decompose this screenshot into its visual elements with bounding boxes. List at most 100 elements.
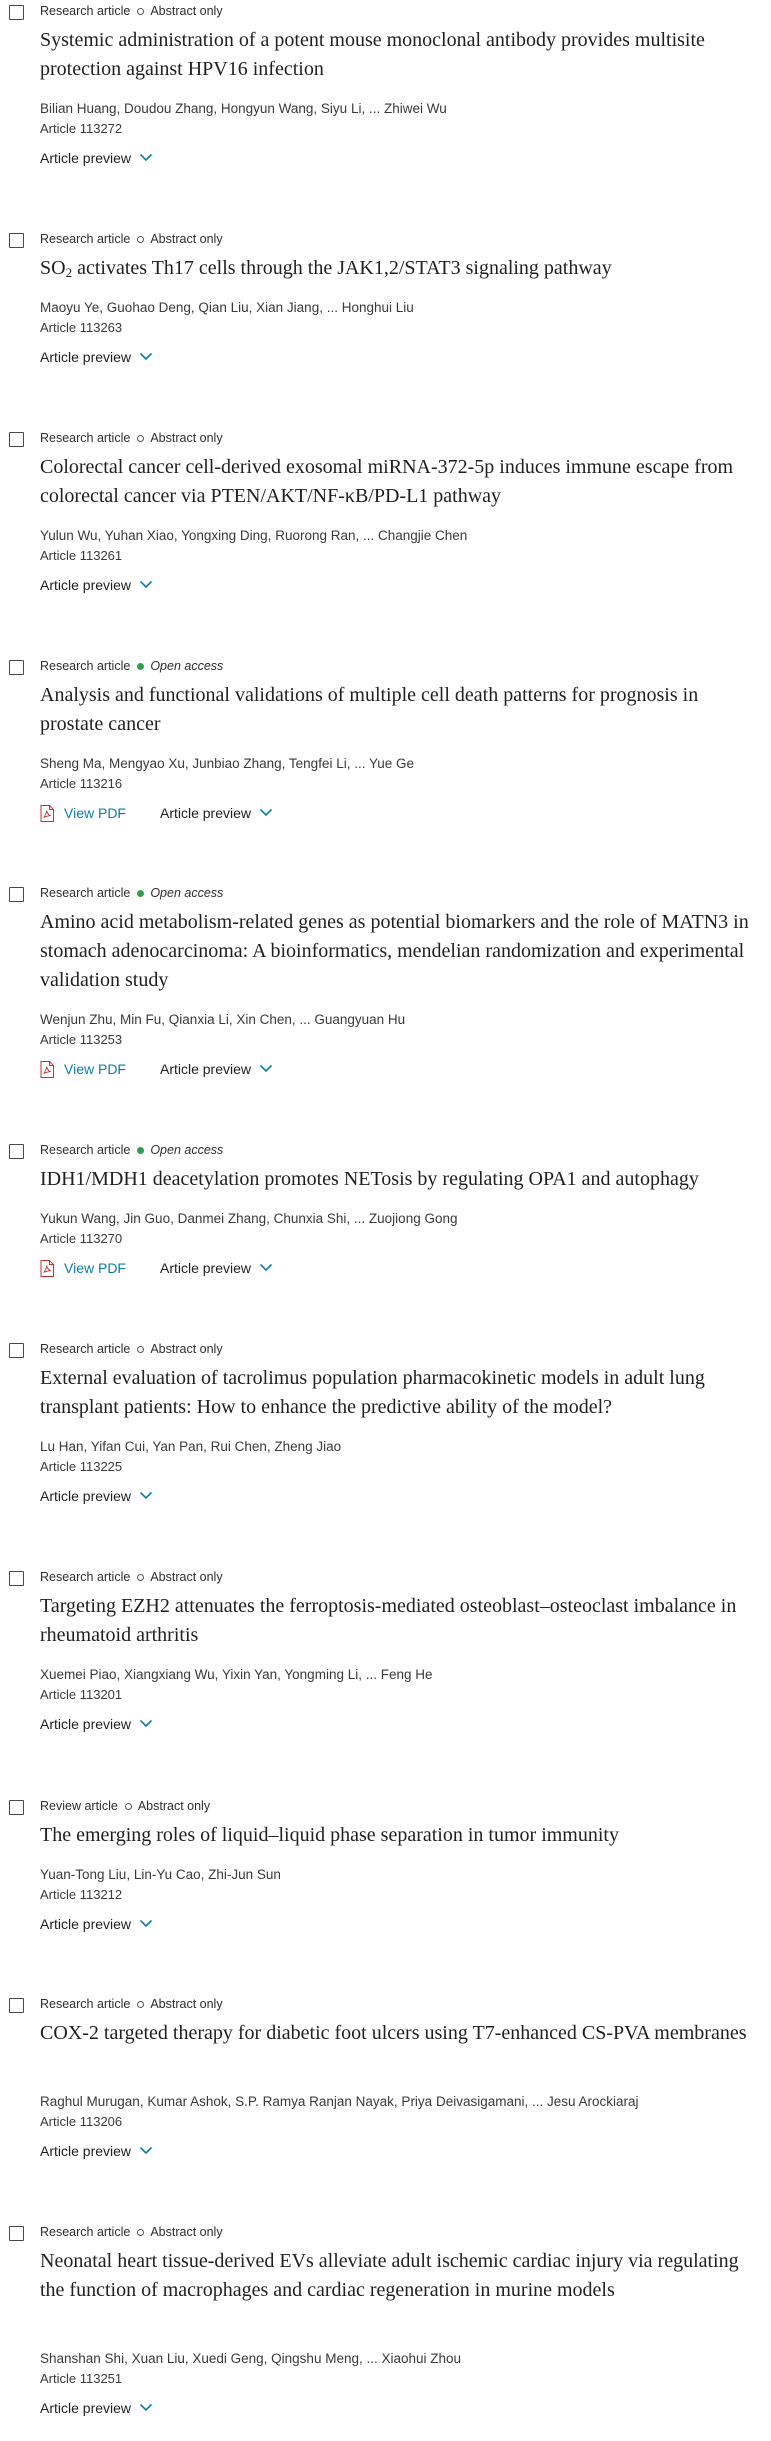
article-title-link[interactable]: COX-2 targeted therapy for diabetic foot… [40, 2019, 765, 2048]
select-article-checkbox[interactable] [9, 660, 24, 675]
abstract-only-icon [124, 1802, 132, 1810]
select-article-checkbox[interactable] [9, 1343, 24, 1358]
article-number: Article 113216 [40, 776, 123, 791]
article-title-link[interactable]: SO2 activates Th17 cells through the JAK… [40, 254, 765, 283]
abstract-only-icon [137, 1573, 145, 1581]
article-preview-button[interactable]: Article preview [160, 1057, 273, 1080]
article-item: Research article Open access Analysis and … [0, 655, 771, 823]
select-article-checkbox[interactable] [9, 1144, 24, 1159]
article-type-label: Research article [40, 1570, 131, 1584]
view-pdf-link[interactable]: View PDF [40, 1257, 126, 1279]
article-title-link[interactable]: Neonatal heart tissue-derived EVs allevi… [40, 2247, 765, 2305]
abstract-only-icon [137, 434, 145, 442]
article-authors: Yuan-Tong Liu, Lin-Yu Cao, Zhi-Jun Sun [40, 1867, 281, 1882]
article-preview-button[interactable]: Article preview [40, 146, 153, 169]
article-preview-button[interactable]: Article preview [40, 2396, 153, 2419]
article-actions: Article preview [40, 1484, 153, 1506]
article-authors: Lu Han, Yifan Cui, Yan Pan, Rui Chen, Zh… [40, 1439, 342, 1454]
article-preview-button[interactable]: Article preview [40, 345, 153, 368]
view-pdf-label: View PDF [64, 805, 126, 821]
view-pdf-link[interactable]: View PDF [40, 802, 126, 824]
open-access-icon [137, 662, 145, 670]
title-text: activates Th17 cells through the JAK1,2/… [72, 257, 612, 279]
article-preview-button[interactable]: Article preview [40, 1912, 153, 1935]
select-article-checkbox[interactable] [9, 887, 24, 902]
article-preview-button[interactable]: Article preview [160, 1256, 273, 1279]
select-article-checkbox[interactable] [9, 1800, 24, 1815]
article-preview-button[interactable]: Article preview [40, 1712, 153, 1735]
article-meta: Research article Open access [40, 655, 223, 677]
article-meta: Research article Abstract only [40, 0, 223, 22]
article-type-label: Research article [40, 232, 131, 246]
open-access-icon [137, 1146, 145, 1154]
chevron-down-icon [259, 801, 273, 817]
article-title-link[interactable]: Analysis and functional validations of m… [40, 681, 765, 739]
article-preview-label: Article preview [40, 577, 132, 593]
article-authors: Shanshan Shi, Xuan Liu, Xuedi Geng, Qing… [40, 2351, 462, 2366]
article-type-label: Research article [40, 2225, 131, 2239]
chevron-down-icon [259, 1256, 273, 1272]
article-number: Article 113201 [40, 1687, 123, 1702]
select-article-checkbox[interactable] [9, 5, 24, 20]
article-item: Review article Abstract only The emerging … [0, 1795, 771, 1934]
select-article-checkbox[interactable] [9, 2226, 24, 2241]
article-authors: Xuemei Piao, Xiangxiang Wu, Yixin Yan, Y… [40, 1667, 433, 1682]
article-type-label: Research article [40, 1143, 131, 1157]
article-title-link[interactable]: Colorectal cancer cell-derived exosomal … [40, 453, 765, 511]
article-authors: Sheng Ma, Mengyao Xu, Junbiao Zhang, Ten… [40, 756, 415, 771]
article-preview-button[interactable]: Article preview [40, 2139, 153, 2162]
article-title-link[interactable]: Targeting EZH2 attenuates the ferroptosi… [40, 1592, 765, 1650]
article-preview-label: Article preview [40, 2400, 132, 2416]
abstract-only-icon [137, 2228, 145, 2236]
article-meta: Research article Open access [40, 882, 223, 904]
access-label: Abstract only [150, 232, 223, 246]
article-actions: Article preview [40, 2139, 153, 2161]
pdf-icon [40, 805, 54, 822]
access-label: Abstract only [150, 1570, 223, 1584]
article-title-link[interactable]: IDH1/MDH1 deacetylation promotes NETosis… [40, 1165, 765, 1194]
view-pdf-label: View PDF [64, 1061, 126, 1077]
select-article-checkbox[interactable] [9, 432, 24, 447]
article-item: Research article Abstract only Targeting E… [0, 1566, 771, 1734]
article-actions: View PDF Article preview [40, 1256, 273, 1278]
article-meta: Research article Abstract only [40, 2221, 223, 2243]
article-item: Research article Abstract only External ev… [0, 1338, 771, 1506]
article-actions: Article preview [40, 573, 153, 595]
abstract-only-icon [137, 2000, 145, 2008]
article-title-link[interactable]: Amino acid metabolism-related genes as p… [40, 908, 765, 995]
article-meta: Research article Abstract only [40, 427, 223, 449]
article-meta: Research article Open access [40, 1139, 223, 1161]
article-item: Research article Open access Amino acid me… [0, 882, 771, 1079]
article-preview-label: Article preview [40, 1716, 132, 1732]
article-authors: Wenjun Zhu, Min Fu, Qianxia Li, Xin Chen… [40, 1012, 406, 1027]
article-preview-label: Article preview [40, 349, 132, 365]
select-article-checkbox[interactable] [9, 1571, 24, 1586]
article-title-link[interactable]: The emerging roles of liquid–liquid phas… [40, 1821, 765, 1850]
article-item: Research article Abstract only COX-2 targe… [0, 1993, 771, 2161]
chevron-down-icon [139, 573, 153, 589]
article-title-link[interactable]: External evaluation of tacrolimus popula… [40, 1364, 765, 1422]
article-preview-button[interactable]: Article preview [40, 1484, 153, 1507]
article-authors: Maoyu Ye, Guohao Deng, Qian Liu, Xian Ji… [40, 300, 414, 315]
article-preview-button[interactable]: Article preview [40, 573, 153, 596]
article-authors: Yulun Wu, Yuhan Xiao, Yongxing Ding, Ruo… [40, 528, 468, 543]
article-type-label: Research article [40, 1342, 131, 1356]
article-title-link[interactable]: Systemic administration of a potent mous… [40, 26, 765, 84]
article-number: Article 113212 [40, 1887, 123, 1902]
article-preview-label: Article preview [40, 150, 132, 166]
article-preview-button[interactable]: Article preview [160, 801, 273, 824]
article-type-label: Research article [40, 659, 131, 673]
select-article-checkbox[interactable] [9, 233, 24, 248]
article-actions: Article preview [40, 146, 153, 168]
article-number: Article 113263 [40, 320, 123, 335]
pdf-icon [40, 1260, 54, 1277]
abstract-only-icon [137, 7, 145, 15]
access-label: Open access [150, 1143, 224, 1157]
view-pdf-link[interactable]: View PDF [40, 1058, 126, 1080]
article-type-label: Review article [40, 1799, 118, 1813]
open-access-icon [137, 889, 145, 897]
title-text: SO [40, 257, 66, 279]
article-item: Research article Open access IDH1/MDH1 dea… [0, 1139, 771, 1278]
abstract-only-icon [137, 1345, 145, 1353]
select-article-checkbox[interactable] [9, 1998, 24, 2013]
